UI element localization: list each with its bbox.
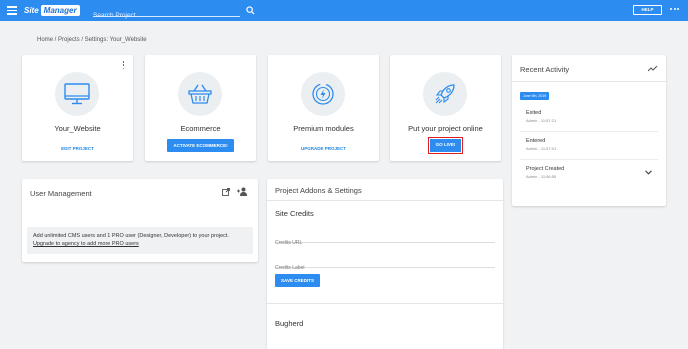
add-user-icon[interactable] (237, 187, 248, 196)
search-bar (93, 4, 240, 22)
bugherd-heading: Bugherd (275, 319, 304, 328)
activity-name: Project Created (526, 166, 565, 172)
external-link-icon[interactable] (222, 188, 230, 196)
menu-icon[interactable] (7, 6, 17, 15)
card-title: Ecommerce (180, 124, 221, 133)
credits-url-input[interactable] (275, 237, 495, 249)
upgrade-agency-link[interactable]: Upgrade to agency to add more PRO users (33, 241, 139, 247)
go-live-highlight: GO LIVE! (428, 137, 463, 154)
user-management-text: Add unlimited CMS users and 1 PRO user (… (33, 232, 253, 248)
addons-title: Project Addons & Settings (275, 186, 362, 195)
user-management-title: User Management (30, 189, 92, 198)
divider (520, 159, 658, 160)
card-title: Your_Website (54, 124, 101, 133)
save-credits-button[interactable]: SAVE CREDITS (275, 274, 320, 287)
card-premium-modules: Premium modules UPGRADE PROJECT (268, 55, 379, 161)
card-icon-circle (301, 72, 345, 116)
breadcrumb: Home / Projects / Settings: Your_Website (37, 37, 147, 43)
recent-activity-title: Recent Activity (520, 65, 570, 74)
api-key-field (275, 341, 495, 349)
top-bar: Site Manager HELP (0, 0, 688, 22)
activity-item: Exited Admin - 11:57:21 (526, 110, 556, 123)
card-website: Your_Website EDIT PROJECT (22, 55, 133, 161)
activate-ecommerce-button[interactable]: ACTIVATE ECOMMERCE! (167, 139, 234, 152)
monitor-icon (64, 83, 90, 105)
search-input[interactable] (93, 9, 240, 22)
card-go-live: Put your project online GO LIVE! (390, 55, 501, 161)
user-management-panel: User Management Add unlimited CMS users … (22, 179, 258, 262)
trending-icon[interactable] (648, 65, 658, 73)
search-icon[interactable] (246, 6, 255, 15)
activity-item[interactable]: Project Created Admin - 11:56:55 (526, 166, 564, 179)
site-credits-heading: Site Credits (275, 209, 314, 218)
rocket-icon (435, 84, 455, 104)
lightning-cycle-icon (312, 83, 334, 105)
card-title: Premium modules (293, 124, 354, 133)
card-icon-circle (178, 72, 222, 116)
divider (267, 303, 503, 304)
activity-name: Exited (526, 110, 542, 116)
credits-url-field (275, 231, 495, 249)
card-icon-circle (423, 72, 467, 116)
user-management-description: Add unlimited CMS users and 1 PRO user (… (33, 233, 229, 239)
card-icon-circle (55, 72, 99, 116)
edit-project-link[interactable]: EDIT PROJECT (22, 146, 133, 151)
divider (267, 200, 503, 201)
activity-meta: Admin - 11:57:21 (526, 118, 557, 123)
credits-label-field (275, 256, 495, 274)
card-ecommerce: Ecommerce ACTIVATE ECOMMERCE! (145, 55, 256, 161)
more-options-icon[interactable] (670, 8, 680, 12)
activity-name: Entered (526, 138, 546, 144)
help-button[interactable]: HELP (633, 5, 662, 15)
activity-meta: Admin - 11:56:55 (526, 174, 557, 179)
chevron-down-icon[interactable] (645, 170, 652, 175)
card-title: Put your project online (408, 124, 483, 133)
basket-icon (188, 84, 212, 104)
logo-site: Site (24, 6, 39, 15)
user-management-info: Add unlimited CMS users and 1 PRO user (… (27, 227, 253, 254)
logo-manager: Manager (40, 5, 80, 16)
logo[interactable]: Site Manager (24, 4, 80, 17)
go-live-button[interactable]: GO LIVE! (430, 139, 461, 152)
upgrade-project-link[interactable]: UPGRADE PROJECT (268, 146, 379, 151)
divider (512, 81, 666, 82)
date-badge: June 9th, 2019 (520, 92, 550, 100)
credits-label-input[interactable] (275, 262, 495, 274)
activity-meta: Admin - 11:57:01 (526, 146, 557, 151)
divider (520, 131, 658, 132)
activity-item: Entered Admin - 11:57:01 (526, 138, 556, 151)
card-options-icon[interactable] (122, 61, 125, 69)
addons-panel: Project Addons & Settings Site Credits S… (267, 179, 503, 349)
